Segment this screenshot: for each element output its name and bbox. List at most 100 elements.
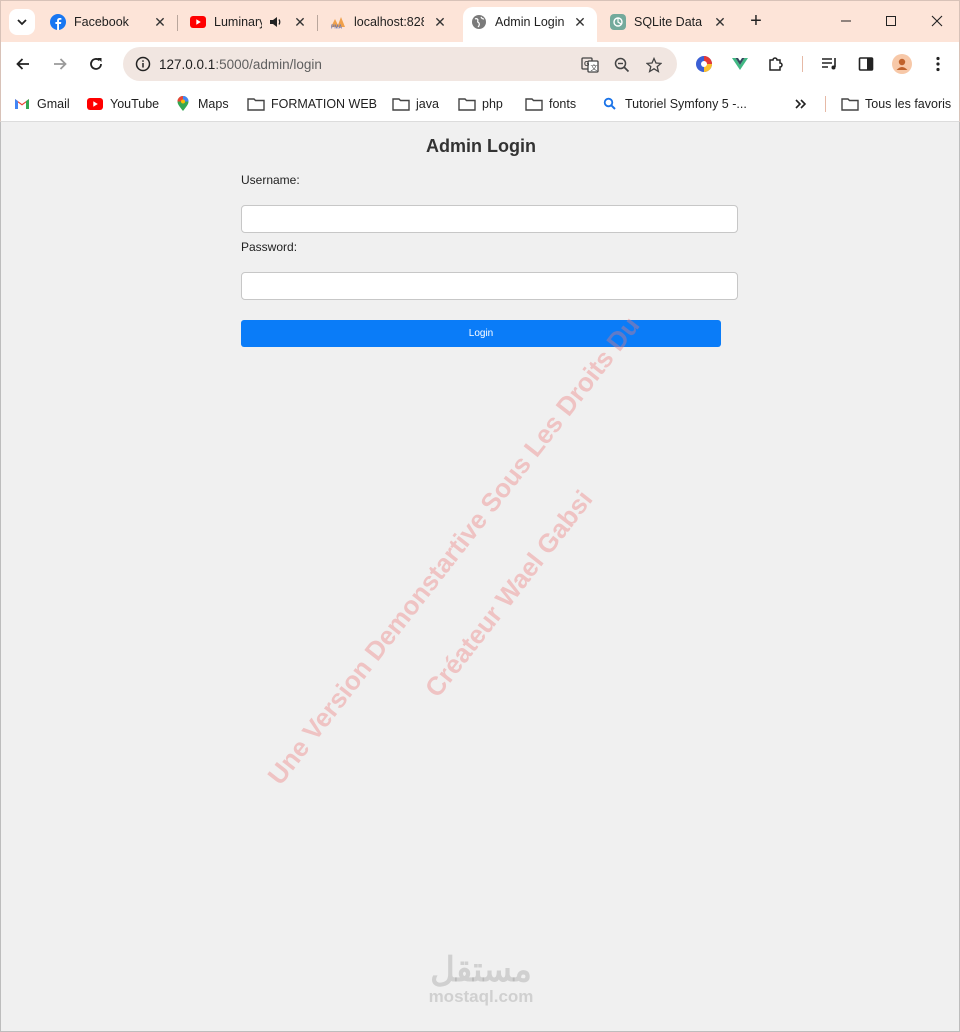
- bookmark-label: php: [482, 97, 503, 111]
- close-icon: [931, 15, 943, 27]
- mostaql-logo-watermark: مستقل mostaql.com: [421, 952, 541, 1006]
- extension-vue-icon[interactable]: [729, 53, 751, 75]
- menu-kebab-icon[interactable]: [927, 53, 949, 75]
- reload-button[interactable]: [84, 52, 108, 76]
- folder-icon: [247, 96, 265, 112]
- bookmark-maps[interactable]: Maps: [174, 94, 229, 114]
- more-bookmarks-button[interactable]: [794, 94, 808, 114]
- tab-title: Admin Login: [495, 15, 565, 29]
- back-button[interactable]: [11, 52, 35, 76]
- url-path: :5000/admin/login: [215, 56, 322, 72]
- password-label: Password:: [241, 240, 298, 254]
- page-title: Admin Login: [426, 136, 536, 156]
- bookmark-label: YouTube: [110, 97, 160, 111]
- tab-strip: Facebook ✕ Luminary ✕ PMA localhost:828 …: [0, 0, 960, 43]
- address-bar[interactable]: 127.0.0.1:5000/admin/login G文: [123, 47, 677, 81]
- bookmarks-divider: [825, 96, 826, 112]
- speaker-icon[interactable]: [269, 15, 283, 32]
- maps-icon: [174, 96, 192, 112]
- close-icon[interactable]: ✕: [573, 14, 587, 30]
- forward-button[interactable]: [48, 52, 72, 76]
- zoom-icon[interactable]: [612, 55, 632, 75]
- side-panel-icon[interactable]: [855, 53, 877, 75]
- extension-colorful-icon[interactable]: [693, 53, 715, 75]
- folder-icon: [525, 96, 543, 112]
- facebook-icon: [50, 14, 66, 30]
- minimize-icon: [841, 20, 851, 22]
- bookmarks-bar: Gmail YouTube Maps FORMATION WEB java ph…: [0, 86, 960, 122]
- close-icon[interactable]: ✕: [153, 14, 167, 30]
- bookmark-label: Tous les favoris: [865, 97, 952, 111]
- new-tab-button[interactable]: +: [745, 11, 767, 33]
- bookmark-label: Maps: [198, 97, 229, 111]
- tab-luminary[interactable]: Luminary ✕: [183, 7, 318, 37]
- media-control-icon[interactable]: [819, 53, 841, 75]
- chevron-down-icon: [17, 19, 27, 26]
- tab-localhost[interactable]: PMA localhost:828 ✕: [323, 7, 457, 37]
- phpmyadmin-icon: PMA: [330, 14, 346, 30]
- bookmark-label: Tutoriel Symfony 5 -...: [625, 97, 747, 111]
- bookmark-folder-java[interactable]: java: [392, 94, 439, 114]
- bookmark-label: java: [416, 97, 439, 111]
- site-info-icon[interactable]: [127, 47, 159, 81]
- extensions-puzzle-icon[interactable]: [765, 53, 787, 75]
- bookmark-all-favorites[interactable]: Tous les favoris: [841, 94, 951, 114]
- youtube-icon: [190, 14, 206, 30]
- double-chevron-right-icon: [795, 99, 807, 109]
- username-label: Username:: [241, 173, 300, 187]
- chatgpt-icon: [610, 14, 626, 30]
- tab-title: Facebook: [74, 15, 129, 29]
- search-icon: [601, 96, 619, 112]
- close-window-button[interactable]: [922, 9, 952, 33]
- arrow-left-icon: [16, 58, 29, 70]
- login-button[interactable]: Login: [241, 320, 721, 347]
- tab-title: Luminary: [214, 15, 262, 29]
- svg-text:文: 文: [591, 63, 598, 72]
- folder-icon: [458, 96, 476, 112]
- tab-title: SQLite Datab: [634, 15, 702, 29]
- tab-search-button[interactable]: [9, 9, 35, 35]
- username-input[interactable]: [241, 205, 738, 233]
- close-icon[interactable]: ✕: [433, 14, 447, 30]
- url-text: 127.0.0.1:5000/admin/login: [159, 57, 322, 72]
- maximize-button[interactable]: [876, 9, 906, 33]
- bookmark-label: FORMATION WEB: [271, 97, 378, 111]
- gmail-icon: [13, 96, 31, 112]
- tab-facebook[interactable]: Facebook ✕: [43, 7, 178, 37]
- browser-toolbar: 127.0.0.1:5000/admin/login G文: [0, 42, 960, 86]
- watermark-line-1: Une Version Demonstartive Sous Les Droit…: [261, 310, 646, 791]
- bookmark-folder-formation-web[interactable]: FORMATION WEB: [247, 94, 377, 114]
- folder-icon: [392, 96, 410, 112]
- tab-separator: [177, 15, 178, 31]
- demo-watermark: Une Version Demonstartive Sous Les Droit…: [246, 298, 717, 845]
- toolbar-divider: [802, 56, 803, 72]
- svg-text:G: G: [584, 61, 590, 68]
- bookmark-gmail[interactable]: Gmail: [13, 94, 70, 114]
- watermark-line-2: Créateur Wael Gabsi: [418, 484, 599, 703]
- page-viewport: Admin Login Username: Password: Login Un…: [0, 122, 960, 1032]
- translate-icon[interactable]: G文: [580, 55, 600, 75]
- tab-admin-login[interactable]: Admin Login ✕: [463, 7, 597, 43]
- bookmark-label: Gmail: [37, 97, 70, 111]
- minimize-button[interactable]: [831, 9, 861, 33]
- bookmark-folder-php[interactable]: php: [458, 94, 503, 114]
- close-icon[interactable]: ✕: [293, 14, 307, 30]
- password-input[interactable]: [241, 272, 738, 300]
- bookmark-folder-fonts[interactable]: fonts: [525, 94, 576, 114]
- bookmark-youtube[interactable]: YouTube: [86, 94, 159, 114]
- logo-arabic-text: مستقل: [430, 951, 532, 989]
- logo-latin-text: mostaql.com: [428, 987, 534, 1006]
- url-host: 127.0.0.1: [159, 56, 216, 72]
- tab-separator: [317, 15, 318, 31]
- maximize-icon: [886, 16, 896, 26]
- folder-icon: [841, 96, 859, 112]
- arrow-right-icon: [54, 58, 67, 70]
- bookmark-label: fonts: [549, 97, 577, 111]
- tab-sqlite[interactable]: SQLite Datab ✕: [603, 7, 737, 37]
- profile-avatar-icon[interactable]: [891, 53, 913, 75]
- close-icon[interactable]: ✕: [713, 14, 727, 30]
- youtube-icon: [86, 96, 104, 112]
- reload-icon: [90, 58, 102, 70]
- bookmark-tutoriel-symfony[interactable]: Tutoriel Symfony 5 -...: [601, 94, 747, 114]
- star-icon[interactable]: [644, 55, 664, 75]
